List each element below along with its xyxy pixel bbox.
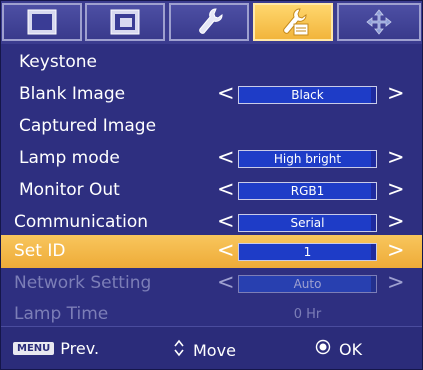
tab-tools[interactable] bbox=[169, 3, 249, 41]
tab-screen[interactable] bbox=[2, 3, 82, 41]
decrease-arrow[interactable]: < bbox=[217, 209, 235, 233]
menu-key-badge: MENU bbox=[13, 342, 55, 355]
menu-item-label: Monitor Out bbox=[19, 180, 120, 200]
value-text: High bright bbox=[273, 152, 342, 166]
menu-item-keystone[interactable]: Keystone bbox=[1, 46, 422, 79]
tab-picture[interactable] bbox=[85, 3, 165, 41]
value-text: 1 bbox=[303, 245, 312, 259]
value-box: RGB1 bbox=[238, 182, 377, 200]
menu-item-blank-image[interactable]: Blank Image < Black > bbox=[1, 78, 422, 111]
menu-item-network-setting: Network Setting < Auto > bbox=[1, 267, 422, 300]
decrease-arrow[interactable]: < bbox=[217, 177, 235, 201]
lamp-time-value: 0 Hr bbox=[293, 307, 322, 322]
footer-help-bar: MENU Prev. Move OK bbox=[1, 326, 422, 369]
wrench-icon bbox=[194, 6, 224, 38]
value-text: Black bbox=[291, 88, 324, 102]
value-box: 1 bbox=[238, 243, 377, 261]
ok-label: OK bbox=[339, 339, 363, 359]
menu-item-label: Network Setting bbox=[14, 273, 152, 293]
value-box: High bright bbox=[238, 150, 377, 168]
value-text: Serial bbox=[290, 216, 325, 230]
decrease-arrow: < bbox=[217, 270, 235, 294]
screen-icon bbox=[27, 9, 57, 35]
ok-hint: OK bbox=[315, 339, 362, 359]
decrease-arrow[interactable]: < bbox=[217, 238, 235, 262]
menu-item-lamp-mode[interactable]: Lamp mode < High bright > bbox=[1, 142, 422, 175]
increase-arrow[interactable]: > bbox=[387, 145, 405, 169]
menu-item-label: Blank Image bbox=[19, 84, 126, 104]
increase-arrow[interactable]: > bbox=[387, 81, 405, 105]
projector-osd-menu: Keystone Blank Image < Black > Captured … bbox=[0, 0, 423, 370]
menu-item-captured-image[interactable]: Captured Image bbox=[1, 110, 422, 143]
increase-arrow[interactable]: > bbox=[387, 238, 405, 262]
increase-arrow[interactable]: > bbox=[387, 177, 405, 201]
menu-item-set-id[interactable]: Set ID < 1 > bbox=[1, 235, 422, 268]
decrease-arrow[interactable]: < bbox=[217, 145, 235, 169]
value-box: Serial bbox=[238, 214, 377, 232]
picture-in-picture-icon bbox=[110, 9, 140, 35]
arrows-move-icon bbox=[365, 8, 393, 36]
tab-position[interactable] bbox=[337, 3, 421, 41]
tab-bar bbox=[1, 1, 422, 44]
menu-item-label: Captured Image bbox=[19, 116, 157, 136]
decrease-arrow[interactable]: < bbox=[217, 81, 235, 105]
move-label: Move bbox=[193, 340, 236, 360]
menu-item-label: Keystone bbox=[19, 52, 97, 72]
increase-arrow: > bbox=[387, 270, 405, 294]
up-down-arrows-icon bbox=[173, 339, 185, 361]
menu-item-label: Set ID bbox=[14, 241, 66, 261]
increase-arrow[interactable]: > bbox=[387, 209, 405, 233]
tab-settings[interactable] bbox=[253, 3, 333, 41]
menu-item-monitor-out[interactable]: Monitor Out < RGB1 > bbox=[1, 174, 422, 207]
menu-item-label: Lamp Time bbox=[14, 304, 109, 324]
value-box: Auto bbox=[238, 275, 377, 293]
value-text: Auto bbox=[293, 277, 322, 291]
prev-label: Prev. bbox=[60, 339, 100, 358]
wrench-settings-icon bbox=[276, 6, 310, 38]
value-text: RGB1 bbox=[290, 184, 325, 198]
move-hint: Move bbox=[173, 339, 236, 361]
prev-hint: MENU Prev. bbox=[13, 339, 99, 358]
menu-item-label: Lamp mode bbox=[19, 148, 120, 168]
ok-button-icon bbox=[315, 339, 331, 359]
value-box: Black bbox=[238, 86, 377, 104]
menu-item-label: Communication bbox=[14, 212, 148, 232]
